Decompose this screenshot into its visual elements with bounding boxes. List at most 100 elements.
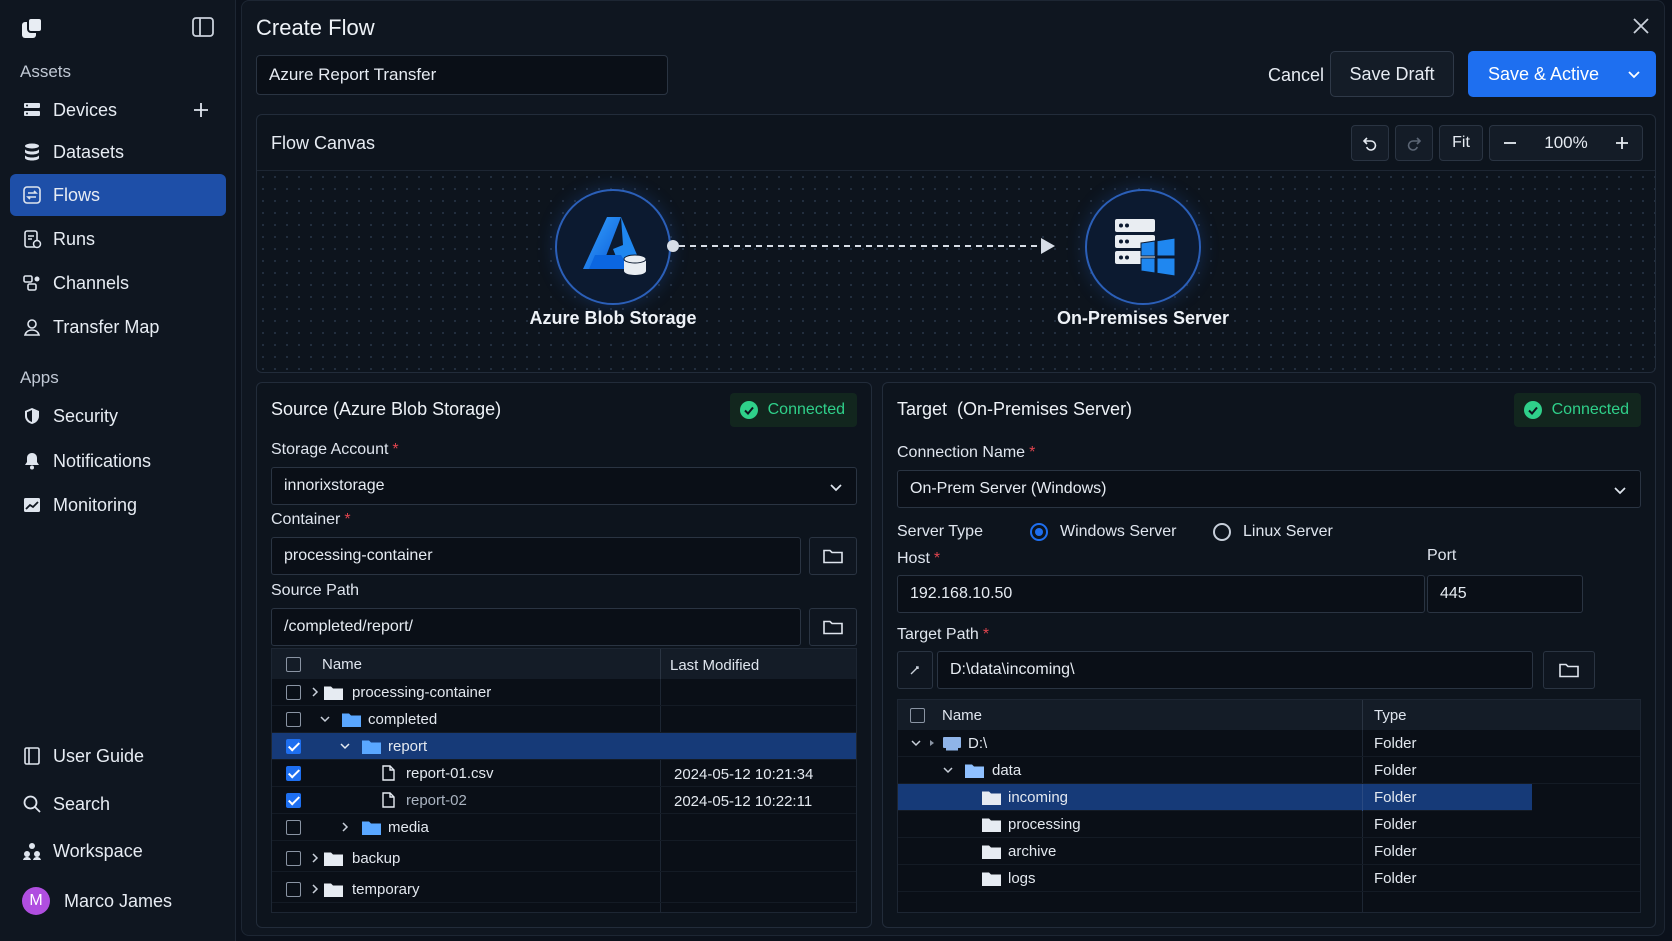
flow-connector-arrow[interactable] [665, 234, 1065, 258]
redo-button[interactable] [1395, 125, 1433, 161]
chevron-down-icon[interactable] [319, 713, 331, 725]
row-checkbox[interactable] [286, 766, 301, 781]
tree-row[interactable]: logs Folder [898, 865, 1640, 892]
windows-server-radio[interactable] [1030, 523, 1048, 541]
chevron-right-icon[interactable] [339, 821, 351, 833]
user-profile[interactable]: M Marco James [10, 880, 226, 922]
source-path-label: Source Path [271, 582, 360, 599]
row-checkbox[interactable] [286, 882, 301, 897]
tree-row[interactable]: processing Folder [898, 811, 1640, 838]
container-input[interactable]: processing-container [271, 537, 801, 575]
linux-server-radio[interactable] [1213, 523, 1231, 541]
devices-icon [24, 103, 40, 116]
storage-account-select[interactable]: innorixstorage [271, 467, 857, 505]
container-label: Container * [271, 511, 351, 528]
tree-row[interactable]: media [272, 814, 856, 841]
sidebar-item-workspace[interactable]: Workspace [10, 830, 226, 872]
row-checkbox[interactable] [286, 685, 301, 700]
storage-account-label: Storage Account * [271, 441, 399, 458]
chevron-down-icon[interactable] [910, 737, 922, 749]
path-edit-button[interactable] [897, 651, 933, 689]
flows-icon [23, 186, 41, 204]
source-node[interactable] [555, 189, 671, 305]
sidebar-item-flows[interactable]: Flows [10, 174, 226, 216]
sidebar-item-runs[interactable]: Runs [10, 218, 226, 260]
zoom-in-button[interactable] [1602, 125, 1642, 161]
chevron-right-icon[interactable] [309, 686, 321, 698]
app-logo-icon[interactable] [20, 16, 44, 40]
channels-icon [23, 275, 40, 291]
sidebar-item-notifications[interactable]: Notifications [10, 440, 226, 482]
chevron-right-icon[interactable] [309, 852, 321, 864]
row-modified: 2024-05-12 10:21:34 [674, 766, 814, 783]
host-value: 192.168.10.50 [910, 585, 1013, 602]
port-input[interactable]: 445 [1427, 575, 1583, 613]
flow-canvas: Flow Canvas Fit 100% Azure Blob Storage … [256, 114, 1656, 373]
sidebar-item-label: Workspace [53, 840, 143, 861]
tree-row[interactable]: temporary [272, 876, 856, 903]
sidebar-item-datasets[interactable]: Datasets [10, 131, 226, 173]
select-all-checkbox[interactable] [910, 708, 925, 723]
sidebar-item-label: Flows [53, 184, 101, 205]
row-checkbox[interactable] [286, 712, 301, 727]
sidebar-item-label: Monitoring [53, 494, 138, 515]
add-device-icon[interactable] [192, 101, 210, 119]
tree-row[interactable]: completed [272, 706, 856, 733]
close-icon[interactable] [1632, 17, 1650, 35]
row-type: Folder [1374, 870, 1417, 887]
chevron-down-icon[interactable] [339, 740, 351, 752]
sidebar-item-label: Notifications [53, 450, 152, 471]
tree-row[interactable]: D:\ Folder [898, 730, 1640, 757]
row-checkbox[interactable] [286, 739, 301, 754]
sidebar-toggle-icon[interactable] [192, 17, 214, 37]
port-value: 445 [1440, 585, 1467, 602]
row-checkbox[interactable] [286, 851, 301, 866]
browse-source-path-button[interactable] [809, 608, 857, 646]
row-checkbox[interactable] [286, 820, 301, 835]
sidebar-item-transfer-map[interactable]: Transfer Map [10, 306, 226, 348]
tree-row[interactable]: processing-container [272, 679, 856, 706]
tree-row[interactable]: archive Folder [898, 838, 1640, 865]
tree-row-selected[interactable]: report [272, 733, 856, 760]
sidebar-item-search[interactable]: Search [10, 783, 226, 825]
chevron-down-icon[interactable] [942, 764, 954, 776]
tree-row[interactable]: report-01.csv 2024-05-12 10:21:34 [272, 760, 856, 787]
target-path-input[interactable]: D:\data\incoming\ [937, 651, 1533, 689]
chevron-right-icon[interactable] [309, 883, 321, 895]
sidebar-item-security[interactable]: Security [10, 395, 226, 437]
chevron-down-icon[interactable] [1626, 66, 1642, 82]
select-all-checkbox[interactable] [286, 657, 301, 672]
linux-server-label[interactable]: Linux Server [1243, 523, 1333, 541]
shield-icon [25, 408, 39, 424]
target-node[interactable] [1085, 189, 1201, 305]
save-active-button[interactable]: Save & Active [1468, 51, 1656, 97]
tree-row-selected[interactable]: incoming Folder [898, 784, 1532, 811]
save-draft-button[interactable]: Save Draft [1330, 51, 1454, 97]
chevron-down-icon [830, 484, 842, 492]
storage-account-value: innorixstorage [284, 477, 385, 494]
sidebar-item-channels[interactable]: Channels [10, 262, 226, 304]
folder-icon [1559, 663, 1579, 678]
canvas-area[interactable]: Azure Blob Storage On-Premises Server [257, 171, 1655, 372]
sidebar-item-monitoring[interactable]: Monitoring [10, 484, 226, 526]
fit-button[interactable]: Fit [1439, 125, 1483, 161]
row-checkbox[interactable] [286, 793, 301, 808]
browse-container-button[interactable] [809, 537, 857, 575]
sidebar-item-devices[interactable]: Devices [10, 89, 226, 131]
flow-name-input[interactable] [256, 55, 668, 95]
browse-target-path-button[interactable] [1543, 651, 1595, 689]
row-name: archive [1008, 843, 1057, 860]
tree-row[interactable]: report-02 2024-05-12 10:22:11 [272, 787, 856, 814]
tree-row[interactable]: backup [272, 845, 856, 872]
host-input[interactable]: 192.168.10.50 [897, 575, 1425, 613]
host-label: Host * [897, 550, 941, 567]
source-panel-title: Source (Azure Blob Storage) [271, 399, 502, 419]
zoom-out-button[interactable] [1490, 125, 1530, 161]
azure-blob-icon [583, 217, 647, 275]
sidebar-item-user-guide[interactable]: User Guide [10, 735, 226, 777]
connection-name-select[interactable]: On-Prem Server (Windows) [897, 470, 1641, 508]
tree-row[interactable]: data Folder [898, 757, 1640, 784]
undo-button[interactable] [1351, 125, 1389, 161]
source-path-input[interactable]: /completed/report/ [271, 608, 801, 646]
windows-server-label[interactable]: Windows Server [1060, 523, 1176, 541]
